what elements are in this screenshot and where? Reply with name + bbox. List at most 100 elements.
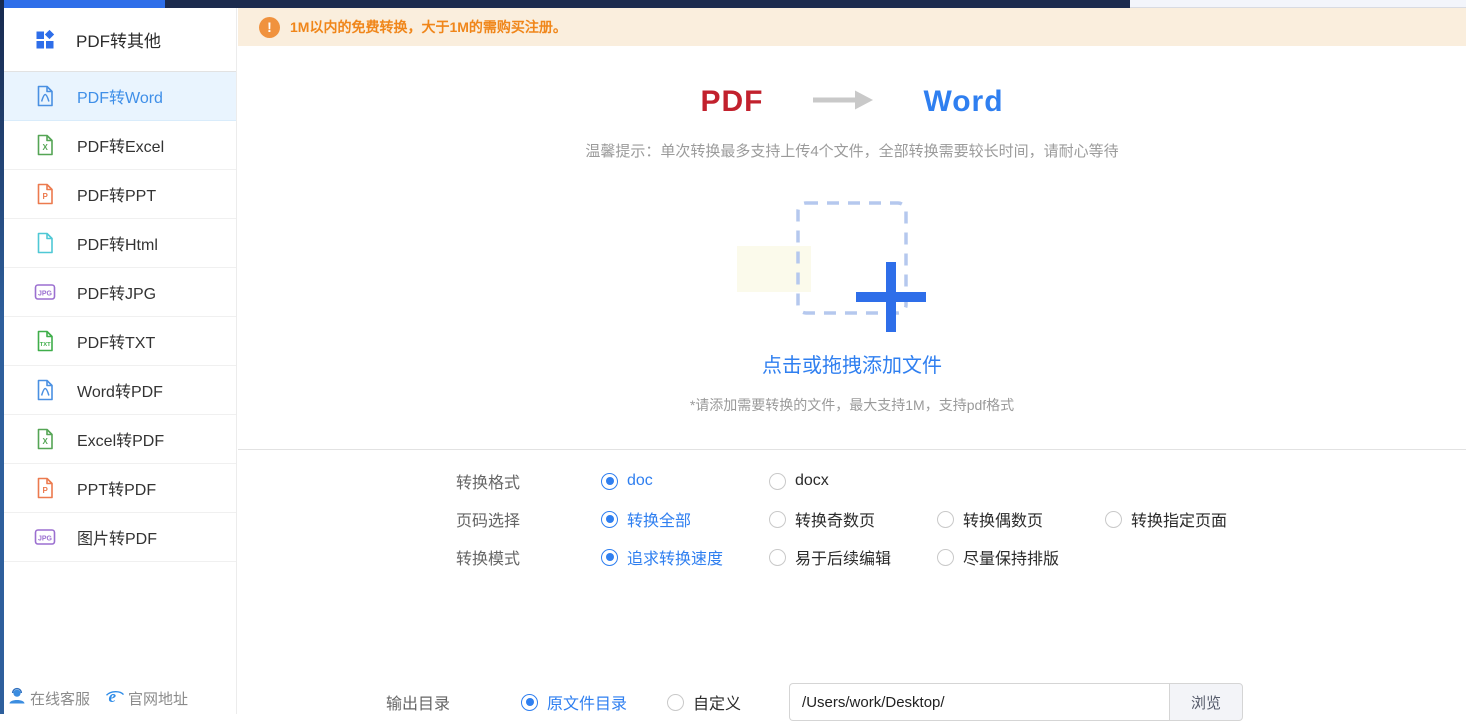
svg-text:JPG: JPG [38, 291, 53, 298]
radio-option[interactable]: 原文件目录 [521, 690, 627, 714]
radio-option-label: docx [795, 472, 829, 489]
radio-icon[interactable] [667, 693, 685, 711]
sidebar-item-label: PDF转JPG [77, 286, 157, 303]
upload-note: *请添加需要转换的文件，最大支持1M，支持pdf格式 [689, 397, 1015, 413]
sidebar-menu: PDF转Word X PDF转Excel P PDF转PPT PDF转Html JPG PDF… [0, 72, 236, 562]
radio-option-label: 转换偶数页 [963, 513, 1044, 530]
left-edge-strip [0, 0, 4, 714]
footer-link-label: 在线客服 [30, 690, 91, 708]
radio-icon[interactable] [601, 548, 618, 566]
target-format: Word [923, 85, 1004, 118]
banner-text: 1M以内的免费转换，大于1M的需购买注册。 [290, 19, 567, 35]
option-row: 转换模式 追求转换速度 易于后续编辑 尽量保持排版 [238, 538, 1466, 576]
radio-option[interactable]: docx [769, 472, 829, 490]
radio-option[interactable]: 尽量保持排版 [937, 545, 1059, 569]
radio-option[interactable]: 转换指定页面 [1105, 507, 1227, 531]
svg-text:X: X [43, 143, 49, 152]
support-agent-icon [7, 686, 27, 710]
radio-option[interactable]: 转换全部 [601, 507, 769, 531]
option-label: 转换格式 [456, 475, 521, 492]
radio-option-label: 易于后续编辑 [795, 551, 892, 568]
sidebar-item-4[interactable]: JPG PDF转JPG [0, 268, 236, 317]
radio-icon[interactable] [769, 472, 786, 490]
radio-option-label: 转换全部 [627, 513, 692, 530]
sidebar-item-label: 图片转PDF [77, 531, 158, 548]
jpg-badge-icon: JPG [33, 525, 57, 549]
radio-icon[interactable] [769, 510, 786, 528]
output-path-input[interactable] [789, 683, 1170, 721]
options-section: 转换格式 doc docx 页码选择 转换全部 转换奇数页 转换偶数页 转换指定页面 转换模式 追… [238, 450, 1466, 576]
browse-button[interactable]: 浏览 [1169, 683, 1244, 721]
excel-doc-icon: X [33, 133, 57, 157]
top-strip-accent-segment [0, 0, 165, 8]
sidebar-item-7[interactable]: X Excel转PDF [0, 415, 236, 464]
upload-area [238, 201, 1466, 332]
sidebar-item-0[interactable]: PDF转Word [0, 72, 236, 121]
ppt-doc-icon: P [33, 182, 57, 206]
pdf-doc-icon [33, 378, 57, 402]
grid-icon [33, 28, 57, 52]
top-strip-dark-segment [165, 0, 1130, 8]
radio-icon[interactable] [1105, 510, 1122, 528]
sidebar-footer-link[interactable]: e 官网地址 [105, 686, 188, 710]
sidebar-item-6[interactable]: Word转PDF [0, 366, 236, 415]
sidebar-item-2[interactable]: P PDF转PPT [0, 170, 236, 219]
radio-option-label: doc [627, 472, 653, 489]
options-list: 转换格式 doc docx 页码选择 转换全部 转换奇数页 转换偶数页 转换指定页面 转换模式 追… [238, 462, 1466, 576]
sidebar-item-5[interactable]: TXT PDF转TXT [0, 317, 236, 366]
radio-icon[interactable] [937, 548, 954, 566]
svg-text:X: X [43, 437, 49, 446]
radio-option[interactable]: 自定义 [667, 690, 741, 714]
jpg-badge-icon: JPG [33, 280, 57, 304]
radio-icon[interactable] [521, 693, 538, 711]
sidebar: PDF转其他 PDF转Word X PDF转Excel P PDF转PPT PDF转Htm… [0, 8, 237, 714]
radio-option[interactable]: doc [601, 472, 769, 490]
html-doc-icon [33, 231, 57, 255]
svg-text:JPG: JPG [38, 536, 53, 543]
sidebar-item-label: Word转PDF [77, 384, 163, 401]
excel-doc-icon: X [33, 427, 57, 451]
radio-option-label: 尽量保持排版 [963, 551, 1060, 568]
arrow-right-icon [811, 89, 875, 116]
sidebar-footer-link[interactable]: 在线客服 [7, 686, 90, 710]
option-row: 转换格式 doc docx [238, 462, 1466, 500]
radio-option[interactable]: 追求转换速度 [601, 545, 769, 569]
sidebar-item-8[interactable]: P PPT转PDF [0, 464, 236, 513]
radio-icon[interactable] [601, 510, 618, 528]
radio-option-label: 原文件目录 [547, 696, 628, 713]
radio-option-label: 追求转换速度 [627, 551, 724, 568]
conversion-title: PDF Word [238, 85, 1466, 119]
sidebar-item-label: PPT转PDF [77, 482, 157, 499]
txt-doc-icon: TXT [33, 329, 57, 353]
footer-link-label: 官网地址 [128, 690, 189, 708]
main: ! 1M以内的免费转换，大于1M的需购买注册。 PDF Word 温馨提示：单次… [238, 8, 1466, 721]
sidebar-item-label: PDF转PPT [77, 188, 157, 205]
source-format: PDF [700, 85, 764, 118]
pdf-doc-icon [33, 84, 57, 108]
ppt-doc-icon: P [33, 476, 57, 500]
radio-icon[interactable] [601, 472, 618, 490]
sidebar-footer: 在线客服 e 官网地址 [7, 686, 188, 710]
radio-option[interactable]: 易于后续编辑 [769, 545, 937, 569]
notice-banner: ! 1M以内的免费转换，大于1M的需购买注册。 [238, 8, 1466, 46]
sidebar-item-9[interactable]: JPG 图片转PDF [0, 513, 236, 562]
upload-dropzone[interactable] [796, 201, 926, 332]
upload-cta[interactable]: 点击或拖拽添加文件 [238, 349, 1466, 378]
radio-icon[interactable] [769, 548, 786, 566]
sidebar-item-label: Excel转PDF [77, 433, 165, 450]
radio-option[interactable]: 转换奇数页 [769, 507, 937, 531]
tip-text: 温馨提示：单次转换最多支持上传4个文件，全部转换需要较长时间，请耐心等待 [585, 143, 1119, 160]
svg-text:P: P [43, 486, 49, 495]
sidebar-item-label: PDF转Html [77, 237, 158, 254]
sidebar-header: PDF转其他 [0, 8, 236, 72]
svg-text:e: e [109, 687, 117, 706]
sidebar-header-label: PDF转其他 [76, 32, 161, 51]
radio-option[interactable]: 转换偶数页 [937, 507, 1105, 531]
radio-icon[interactable] [937, 510, 954, 528]
sidebar-item-3[interactable]: PDF转Html [0, 219, 236, 268]
svg-text:P: P [43, 192, 49, 201]
sidebar-item-label: PDF转TXT [77, 335, 156, 352]
option-label: 转换模式 [456, 551, 521, 568]
sidebar-item-1[interactable]: X PDF转Excel [0, 121, 236, 170]
radio-option-label: 转换奇数页 [795, 513, 876, 530]
